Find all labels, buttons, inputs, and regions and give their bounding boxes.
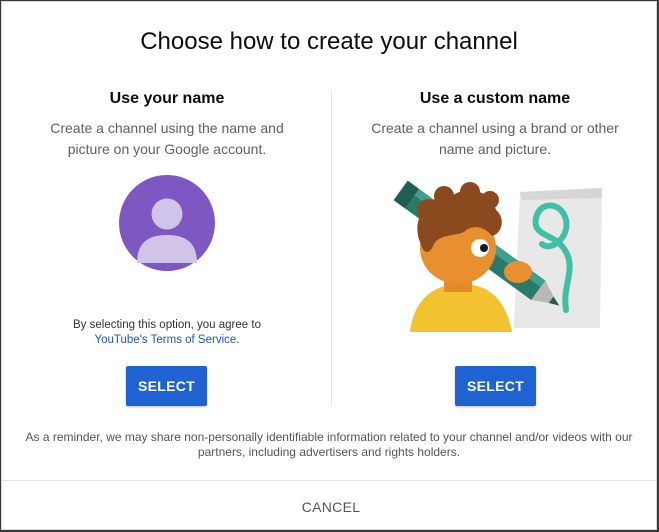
option-name-description: Create a channel using the name and pict… — [50, 120, 284, 157]
option-use-custom-name: Use a custom name Create a channel using… — [340, 88, 650, 160]
agree-text: By selecting this option, you agree to — [73, 319, 261, 331]
data-sharing-reminder: As a reminder, we may share non-personal… — [25, 430, 633, 459]
option-use-your-name: Use your name Create a channel using the… — [12, 88, 322, 160]
footer-divider — [2, 480, 656, 481]
artist-with-pencil-illustration — [393, 180, 602, 332]
column-divider — [331, 90, 332, 406]
select-custom-name-button[interactable]: SELECT — [455, 366, 536, 406]
default-avatar-icon — [119, 175, 215, 271]
option-custom-heading: Use a custom name — [419, 90, 571, 107]
select-use-your-name-button[interactable]: SELECT — [126, 366, 207, 406]
terms-agreement: By selecting this option, you agree to Y… — [12, 318, 322, 348]
cancel-button[interactable]: CANCEL — [272, 492, 390, 522]
tos-suffix: . — [236, 334, 240, 346]
dialog-title: Choose how to create your channel — [140, 28, 518, 55]
option-custom-description: Create a channel using a brand or other … — [371, 120, 619, 157]
option-name-heading: Use your name — [109, 90, 225, 107]
terms-of-service-link[interactable]: YouTube's Terms of Service — [95, 334, 237, 346]
create-channel-dialog: Choose how to create your channel Use yo… — [1, 1, 657, 530]
